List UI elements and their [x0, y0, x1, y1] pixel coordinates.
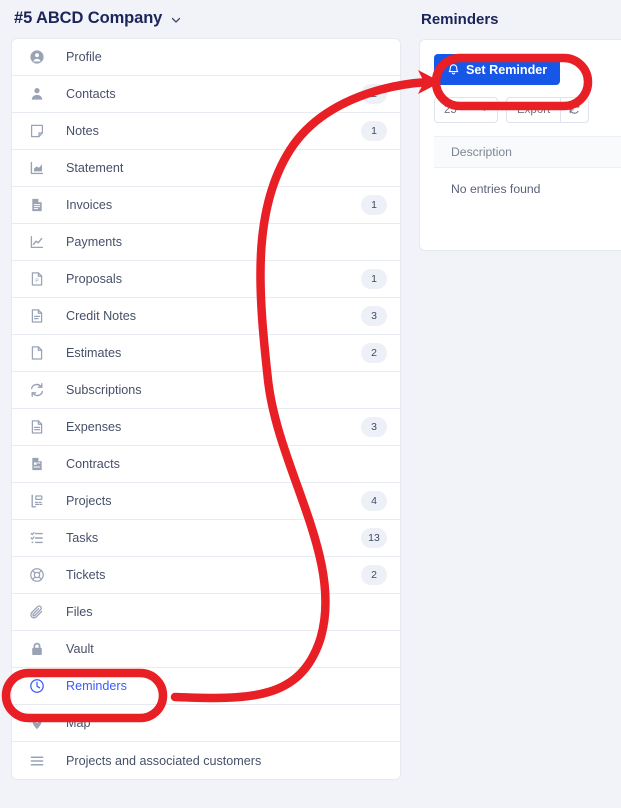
chevron-down-icon[interactable] — [170, 14, 182, 26]
sidebar-item-estimates[interactable]: Estimates 2 — [12, 335, 400, 372]
sidebar-item-label: Invoices — [66, 198, 113, 212]
credit-note-icon — [28, 307, 46, 325]
sidebar-item-label: Expenses — [66, 420, 122, 434]
sidebar-item-label: Vault — [66, 642, 94, 656]
sidebar-item-label: Profile — [66, 50, 102, 64]
map-pin-icon — [28, 714, 46, 732]
set-reminder-label: Set Reminder — [466, 62, 548, 77]
sidebar-item-count-badge: 2 — [361, 565, 387, 585]
line-chart-icon — [28, 233, 46, 251]
sidebar-item-label: Map — [66, 716, 91, 730]
sidebar-item-label: Projects — [66, 494, 112, 508]
sidebar-item-label: Tasks — [66, 531, 99, 545]
sidebar-item-profile[interactable]: Profile — [12, 39, 400, 76]
reminders-panel-card: Set Reminder 25 Export Description No en… — [419, 39, 621, 251]
page-title: #5 ABCD Company — [14, 9, 163, 27]
sidebar-item-count-badge: 4 — [361, 491, 387, 511]
sidebar-item-invoices[interactable]: Invoices 1 — [12, 187, 400, 224]
refresh-icon — [568, 102, 581, 118]
sidebar-item-statement[interactable]: Statement — [12, 150, 400, 187]
page-size-select[interactable]: 25 — [434, 97, 498, 123]
sidebar-item-count-badge: 2 — [361, 343, 387, 363]
sidebar-item-credit-notes[interactable]: Credit Notes 3 — [12, 298, 400, 335]
sidebar-item-notes[interactable]: Notes 1 — [12, 113, 400, 150]
user-icon — [28, 85, 46, 103]
user-circle-icon — [28, 48, 46, 66]
set-reminder-button[interactable]: Set Reminder — [434, 54, 561, 85]
sidebar-item-count-badge: 2 — [361, 84, 387, 104]
chart-bar-icon — [28, 159, 46, 177]
sidebar-item-files[interactable]: Files — [12, 594, 400, 631]
bell-icon — [447, 63, 460, 76]
sidebar-item-label: Files — [66, 605, 93, 619]
sidebar-item-contracts[interactable]: Contracts — [12, 446, 400, 483]
sidebar-item-count-badge: 1 — [361, 121, 387, 141]
sidebar-item-expenses[interactable]: Expenses 3 — [12, 409, 400, 446]
sidebar-item-label: Contacts — [66, 87, 116, 101]
sidebar-item-subscriptions[interactable]: Subscriptions — [12, 372, 400, 409]
sidebar-item-label: Estimates — [66, 346, 122, 360]
sidebar-item-count-badge: 1 — [361, 195, 387, 215]
sidebar-item-label: Proposals — [66, 272, 123, 286]
sidebar-item-map[interactable]: Map — [12, 705, 400, 742]
customer-detail-page: #5 ABCD Company Profile Contacts 2 Notes 1 St… — [0, 0, 621, 808]
sidebar-item-tickets[interactable]: Tickets 2 — [12, 557, 400, 594]
sidebar-item-label: Tickets — [66, 568, 106, 582]
sidebar-item-label: Notes — [66, 124, 99, 138]
contract-icon — [28, 455, 46, 473]
reminders-empty-message: No entries found — [451, 182, 541, 196]
sidebar-item-label: Credit Notes — [66, 309, 136, 323]
sidebar-item-vault[interactable]: Vault — [12, 631, 400, 668]
right-column: Reminders Set Reminder 25 Export Descrip… — [419, 0, 621, 251]
reminders-table-header: Description — [434, 136, 621, 168]
sidebar-item-count-badge: 13 — [361, 528, 387, 548]
sidebar-item-tasks[interactable]: Tasks 13 — [12, 520, 400, 557]
sidebar-item-projects[interactable]: Projects 4 — [12, 483, 400, 520]
sidebar-item-contacts[interactable]: Contacts 2 — [12, 76, 400, 113]
sidebar-item-proposals[interactable]: P Proposals 1 — [12, 261, 400, 298]
expense-icon — [28, 418, 46, 436]
proposal-icon: P — [28, 270, 46, 288]
clock-icon — [28, 677, 46, 695]
page-size-value: 25 — [444, 104, 457, 116]
left-column: #5 ABCD Company Profile Contacts 2 Notes 1 St… — [0, 0, 419, 780]
export-refresh-group: Export — [506, 97, 590, 123]
recurring-icon — [28, 381, 46, 399]
sidebar-item-payments[interactable]: Payments — [12, 224, 400, 261]
note-icon — [28, 122, 46, 140]
export-button[interactable]: Export — [506, 97, 561, 123]
chevron-down-icon — [479, 103, 490, 117]
customer-nav-menu: Profile Contacts 2 Notes 1 Statement Invoices 1… — [11, 38, 401, 780]
sidebar-item-projects-and-associated-customers[interactable]: Projects and associated customers — [12, 742, 400, 779]
company-header: #5 ABCD Company — [11, 0, 401, 38]
sidebar-item-label: Contracts — [66, 457, 120, 471]
svg-text:P: P — [35, 278, 39, 284]
reminders-panel-title: Reminders — [421, 11, 499, 28]
sidebar-item-count-badge: 3 — [361, 417, 387, 437]
sidebar-item-count-badge: 1 — [361, 269, 387, 289]
sidebar-item-count-badge: 3 — [361, 306, 387, 326]
file-icon — [28, 344, 46, 362]
column-header-description: Description — [451, 145, 512, 159]
refresh-button[interactable] — [560, 97, 590, 123]
invoice-icon — [28, 196, 46, 214]
reminders-toolbar: 25 Export — [434, 97, 621, 123]
project-icon — [28, 492, 46, 510]
menu-lines-icon — [28, 752, 46, 770]
lock-icon — [28, 640, 46, 658]
sidebar-item-reminders[interactable]: Reminders — [12, 668, 400, 705]
sidebar-item-label: Projects and associated customers — [66, 753, 262, 768]
sidebar-item-label: Subscriptions — [66, 383, 142, 397]
sidebar-item-label: Reminders — [66, 679, 127, 693]
task-list-icon — [28, 529, 46, 547]
lifebuoy-icon — [28, 566, 46, 584]
sidebar-item-label: Statement — [66, 161, 124, 175]
sidebar-item-label: Payments — [66, 235, 122, 249]
paperclip-icon — [28, 603, 46, 621]
